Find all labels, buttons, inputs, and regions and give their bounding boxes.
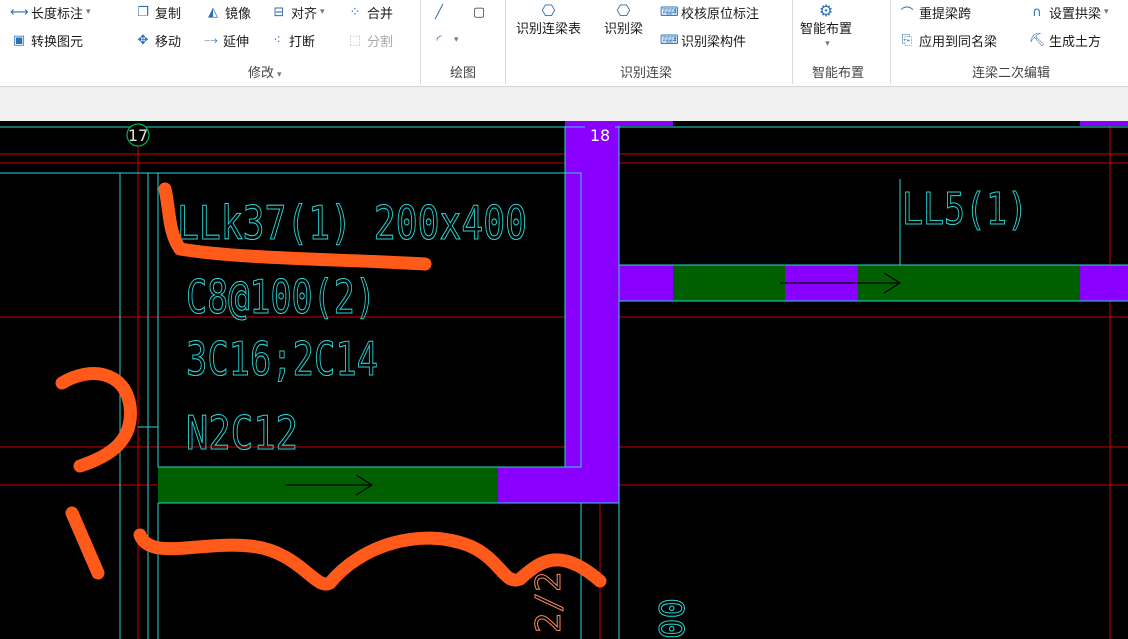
smart-group-label: 智能布置	[812, 66, 865, 81]
toolbar-gap	[0, 87, 1128, 121]
chevron-down-icon: ▾	[320, 7, 325, 17]
secondary-edit-group-label: 连梁二次编辑	[972, 66, 1051, 81]
extend-icon: ⤍	[204, 32, 218, 48]
align-icon: ⊟	[273, 4, 285, 20]
copy-button[interactable]: ❐ 复制	[134, 2, 181, 22]
length-dimension-button[interactable]: ⟷ 长度标注 ▾	[10, 2, 91, 22]
draw-rect-button[interactable]: ▢	[470, 2, 491, 22]
length-dimension-icon: ⟷	[10, 4, 29, 20]
beam-name-label: LLk37(1) 200x400	[177, 196, 527, 250]
right-rotated-label: 00	[653, 598, 693, 639]
rectangle-icon: ▢	[472, 4, 486, 20]
mirror-button[interactable]: ◭ 镜像	[204, 2, 251, 22]
axis-label-18: 18	[590, 126, 610, 145]
split-icon: ⬚	[348, 32, 362, 48]
check-label-icon: ⌨	[660, 4, 679, 20]
modify-group-label[interactable]: 修改 ▾	[248, 62, 282, 81]
check-label-button[interactable]: ⌨ 校核原位标注	[660, 2, 759, 22]
component-icon: ⌨	[660, 32, 679, 48]
divider	[890, 0, 891, 84]
mirror-icon: ◭	[208, 4, 218, 20]
apply-same-name-button[interactable]: ⎘ 应用到同名梁	[898, 30, 997, 50]
beam2-name-label: LL5(1)	[902, 184, 1028, 235]
identify-group-label: 识别连梁	[620, 66, 673, 81]
stirrup-label: C8@100(2)	[186, 270, 376, 324]
ribbon-toolbar: ⟷ 长度标注 ▾ ▣ 转换图元 ❐ 复制 ◭ 镜像 ⊟ 对齐 ▾ ⁘ 合并 ✥ …	[0, 0, 1128, 87]
break-button[interactable]: ⁖ 打断	[268, 30, 315, 50]
divider	[505, 0, 506, 84]
draw-group-label: 绘图	[450, 66, 477, 81]
rebar-label: 3C16;2C14	[186, 332, 378, 386]
cad-drawing-canvas[interactable]: 17 18 LLk37(1) 200x400 C8@100(2) 3C16;2C…	[0, 121, 1128, 639]
identify-beam-button[interactable]: ⎔ 识别梁	[604, 4, 643, 37]
identify-component-button[interactable]: ⌨ 识别梁构件	[660, 30, 746, 50]
re-extract-span-button[interactable]: ⌒ 重提梁跨	[898, 2, 971, 22]
generate-earth-button[interactable]: ⛏ 生成土方	[1028, 30, 1101, 50]
beam-table-icon: ⎔	[541, 4, 556, 18]
line-icon: ╱	[435, 4, 443, 20]
re-extract-icon: ⌒	[900, 6, 914, 22]
extend-button[interactable]: ⤍ 延伸	[202, 30, 249, 50]
axis-label-17: 17	[128, 126, 148, 145]
identify-beam-table-button[interactable]: ⎔ 识别连梁表	[516, 4, 581, 37]
draw-arc-button[interactable]: ◜ ▾	[430, 30, 459, 50]
merge-button[interactable]: ⁘ 合并	[346, 2, 393, 22]
move-button[interactable]: ✥ 移动	[134, 30, 181, 50]
chevron-down-icon: ▾	[277, 70, 282, 80]
divider	[792, 0, 793, 84]
break-icon: ⁖	[273, 32, 281, 48]
merge-icon: ⁘	[349, 4, 361, 20]
chevron-down-icon: ▾	[825, 39, 830, 49]
apply-icon: ⎘	[901, 32, 913, 48]
split-button[interactable]: ⬚ 分割	[346, 30, 393, 50]
bottom-rotated-label: 2/2	[529, 572, 569, 633]
copy-icon: ❐	[137, 4, 149, 20]
arch-icon: ∩	[1032, 4, 1042, 20]
smart-layout-button[interactable]: ⚙ 智能布置 ▾	[800, 4, 852, 49]
chevron-down-icon: ▾	[454, 35, 459, 45]
side-rebar-label: N2C12	[186, 406, 298, 460]
draw-line-button[interactable]: ╱	[430, 2, 451, 22]
arc-icon: ◜	[436, 32, 442, 48]
earth-icon: ⛏	[1028, 32, 1046, 48]
set-arch-beam-button[interactable]: ∩ 设置拱梁 ▾	[1028, 2, 1109, 22]
beam-identify-icon: ⎔	[616, 4, 631, 18]
convert-element-button[interactable]: ▣ 转换图元	[10, 30, 83, 50]
align-button[interactable]: ⊟ 对齐 ▾	[270, 2, 325, 22]
convert-icon: ▣	[12, 32, 26, 48]
move-icon: ✥	[137, 32, 149, 48]
chevron-down-icon: ▾	[1104, 7, 1109, 17]
divider	[420, 0, 421, 84]
chevron-down-icon: ▾	[86, 7, 91, 17]
smart-layout-icon: ⚙	[818, 4, 834, 18]
